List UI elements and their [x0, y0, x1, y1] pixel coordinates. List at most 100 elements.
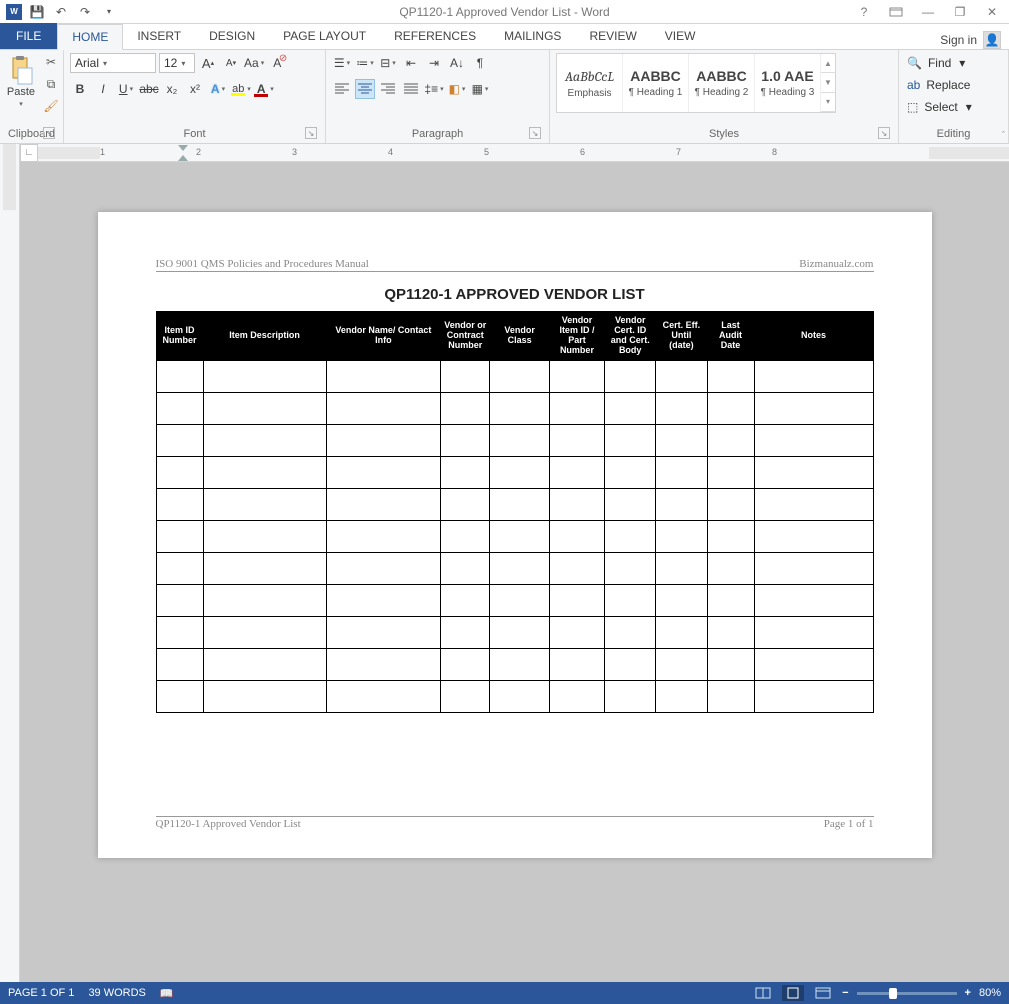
table-cell[interactable] [326, 360, 441, 392]
select-button[interactable]: ⬚Select▾ [905, 97, 974, 117]
replace-button[interactable]: abReplace [905, 75, 972, 95]
table-cell[interactable] [754, 552, 873, 584]
status-words[interactable]: 39 WORDS [88, 987, 145, 999]
table-cell[interactable] [549, 520, 604, 552]
grow-font-button[interactable]: A▴ [198, 53, 218, 73]
table-cell[interactable] [441, 520, 490, 552]
table-cell[interactable] [490, 360, 549, 392]
gallery-expand[interactable]: ▾ [821, 93, 835, 112]
table-cell[interactable] [203, 424, 326, 456]
table-cell[interactable] [605, 520, 656, 552]
table-cell[interactable] [707, 648, 754, 680]
bullets-button[interactable]: ☰▾ [332, 53, 352, 73]
table-cell[interactable] [441, 616, 490, 648]
format-painter-button[interactable]: 🖌 [42, 97, 60, 115]
table-cell[interactable] [754, 648, 873, 680]
line-spacing-button[interactable]: ‡≡▾ [424, 79, 444, 99]
text-effects-button[interactable]: A▾ [208, 79, 228, 99]
gallery-scroll-up[interactable]: ▲ [821, 54, 835, 73]
table-cell[interactable] [754, 424, 873, 456]
find-button[interactable]: 🔍Find▾ [905, 53, 967, 73]
qat-save-button[interactable]: 💾 [28, 3, 46, 21]
table-row[interactable] [156, 360, 873, 392]
table-cell[interactable] [203, 360, 326, 392]
table-row[interactable] [156, 488, 873, 520]
italic-button[interactable]: I [93, 79, 113, 99]
tab-selector[interactable]: ∟ [20, 144, 38, 162]
align-center-button[interactable] [355, 79, 375, 99]
table-cell[interactable] [656, 520, 707, 552]
font-name-combo[interactable]: Arial▾ [70, 53, 156, 73]
document-area[interactable]: ISO 9001 QMS Policies and Procedures Man… [20, 144, 1009, 982]
table-cell[interactable] [656, 616, 707, 648]
table-cell[interactable] [156, 584, 203, 616]
table-cell[interactable] [707, 616, 754, 648]
table-cell[interactable] [156, 424, 203, 456]
table-cell[interactable] [490, 424, 549, 456]
clipboard-launcher[interactable]: ↘ [43, 127, 55, 139]
table-row[interactable] [156, 680, 873, 712]
table-cell[interactable] [326, 584, 441, 616]
table-cell[interactable] [490, 584, 549, 616]
styles-launcher[interactable]: ↘ [878, 127, 890, 139]
zoom-level[interactable]: 80% [979, 987, 1001, 999]
table-cell[interactable] [605, 392, 656, 424]
align-right-button[interactable] [378, 79, 398, 99]
table-cell[interactable] [549, 392, 604, 424]
table-cell[interactable] [490, 552, 549, 584]
table-cell[interactable] [707, 360, 754, 392]
table-cell[interactable] [156, 392, 203, 424]
table-cell[interactable] [441, 488, 490, 520]
increase-indent-button[interactable]: ⇥ [424, 53, 444, 73]
table-cell[interactable] [754, 584, 873, 616]
underline-button[interactable]: U▾ [116, 79, 136, 99]
table-cell[interactable] [156, 520, 203, 552]
table-cell[interactable] [549, 456, 604, 488]
vertical-ruler[interactable] [0, 144, 20, 982]
table-cell[interactable] [605, 424, 656, 456]
table-cell[interactable] [605, 360, 656, 392]
table-row[interactable] [156, 552, 873, 584]
table-cell[interactable] [549, 552, 604, 584]
table-cell[interactable] [605, 584, 656, 616]
table-cell[interactable] [156, 488, 203, 520]
superscript-button[interactable]: x² [185, 79, 205, 99]
table-row[interactable] [156, 520, 873, 552]
sign-in-link[interactable]: Sign in [940, 33, 977, 47]
table-cell[interactable] [326, 648, 441, 680]
view-read-button[interactable] [752, 985, 774, 1001]
paragraph-launcher[interactable]: ↘ [529, 127, 541, 139]
view-web-button[interactable] [812, 985, 834, 1001]
table-cell[interactable] [549, 648, 604, 680]
table-cell[interactable] [203, 584, 326, 616]
style--heading-2[interactable]: AABBC¶ Heading 2 [689, 54, 755, 112]
table-cell[interactable] [605, 616, 656, 648]
table-cell[interactable] [326, 488, 441, 520]
table-cell[interactable] [605, 456, 656, 488]
highlight-button[interactable]: ab▾ [231, 79, 251, 99]
horizontal-ruler[interactable]: ∟ 12345678 [20, 144, 1009, 162]
table-cell[interactable] [441, 392, 490, 424]
tab-page-layout[interactable]: PAGE LAYOUT [269, 23, 380, 49]
table-cell[interactable] [707, 424, 754, 456]
strikethrough-button[interactable]: abc [139, 79, 159, 99]
table-cell[interactable] [605, 488, 656, 520]
font-launcher[interactable]: ↘ [305, 127, 317, 139]
show-marks-button[interactable]: ¶ [470, 53, 490, 73]
tab-references[interactable]: REFERENCES [380, 23, 490, 49]
restore-button[interactable]: ❐ [949, 3, 971, 21]
table-cell[interactable] [156, 552, 203, 584]
table-cell[interactable] [203, 616, 326, 648]
table-cell[interactable] [441, 424, 490, 456]
status-page[interactable]: PAGE 1 OF 1 [8, 987, 74, 999]
shrink-font-button[interactable]: A▾ [221, 53, 241, 73]
table-cell[interactable] [490, 648, 549, 680]
numbering-button[interactable]: ≔▾ [355, 53, 375, 73]
table-cell[interactable] [707, 520, 754, 552]
table-cell[interactable] [605, 680, 656, 712]
table-cell[interactable] [203, 552, 326, 584]
table-row[interactable] [156, 456, 873, 488]
table-cell[interactable] [707, 552, 754, 584]
table-cell[interactable] [707, 680, 754, 712]
qat-customize-button[interactable]: ▾ [100, 3, 118, 21]
